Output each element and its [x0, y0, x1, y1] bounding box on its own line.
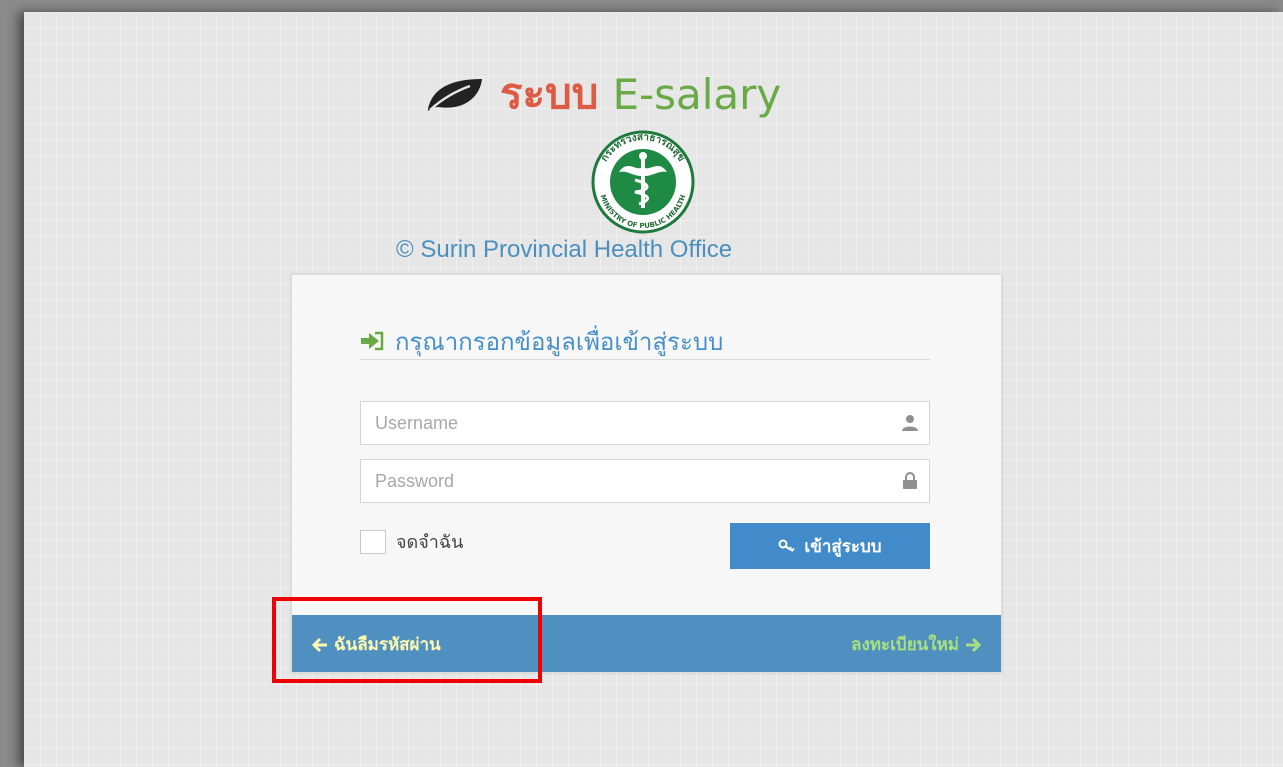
remember-checkbox[interactable]: [360, 529, 386, 554]
login-heading: กรุณากรอกข้อมูลเพื่อเข้าสู่ระบบ: [359, 323, 930, 360]
page-background: ระบบ E-salary กระทรวงสาธารณสุข MINISTRY …: [24, 12, 1283, 767]
copyright-text: © Surin Provincial Health Office: [396, 236, 733, 263]
username-input[interactable]: [361, 402, 881, 444]
lock-icon: [903, 472, 917, 489]
user-icon: [902, 415, 918, 431]
title-thai: ระบบ: [500, 69, 599, 118]
username-field-wrapper: [360, 401, 930, 445]
sign-in-icon: [361, 331, 384, 351]
login-button-label: เข้าสู่ระบบ: [804, 536, 882, 557]
key-icon: [778, 539, 796, 552]
password-input[interactable]: [361, 460, 881, 502]
remember-label: จดจำฉัน: [396, 532, 464, 553]
arrow-right-icon: [966, 637, 981, 652]
register-label: ลงทะเบียนใหม่: [851, 635, 959, 655]
register-link[interactable]: ลงทะเบียนใหม่: [851, 631, 981, 658]
remember-me: จดจำฉัน: [360, 527, 463, 556]
login-button[interactable]: เข้าสู่ระบบ: [730, 523, 930, 569]
title-app-name: E-salary: [612, 69, 782, 119]
login-heading-text: กรุณากรอกข้อมูลเพื่อเข้าสู่ระบบ: [395, 327, 724, 356]
highlight-box: [272, 597, 542, 683]
app-title: ระบบ E-salary: [424, 64, 781, 124]
ministry-seal-logo: กระทรวงสาธารณสุข MINISTRY OF PUBLIC HEAL…: [591, 130, 695, 234]
password-field-wrapper: [360, 459, 930, 503]
leaf-icon: [428, 79, 482, 111]
